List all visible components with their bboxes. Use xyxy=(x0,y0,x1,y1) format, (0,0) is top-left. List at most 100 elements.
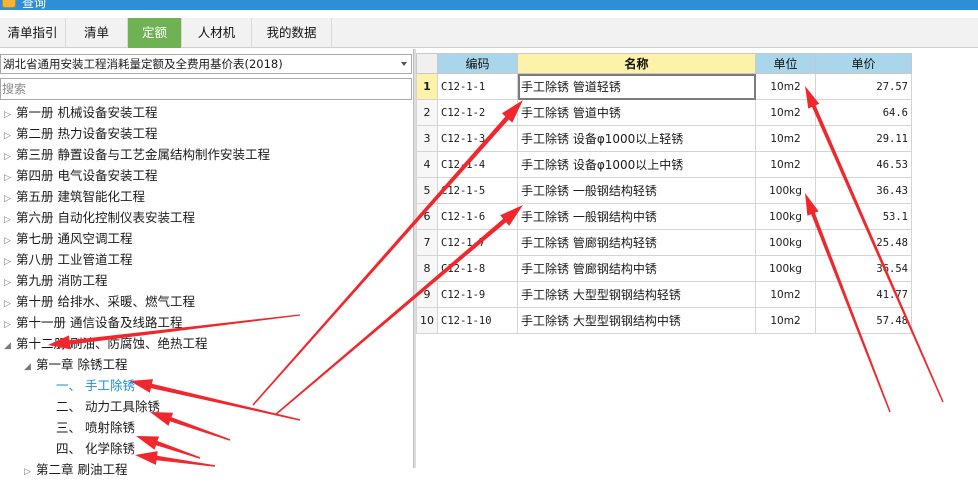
cell-unit[interactable]: 10m2 xyxy=(755,307,816,334)
cell-name[interactable]: 手工除锈 一般钢结构中锈 xyxy=(517,203,756,230)
cell-price[interactable]: 41.77 xyxy=(815,281,912,308)
cell-unit[interactable]: 10m2 xyxy=(755,99,816,126)
table-row[interactable]: 2 C12-1-2 手工除锈 管道中锈 10m2 64.6 xyxy=(416,99,912,126)
cell-name[interactable]: 手工除锈 管廊钢结构轻锈 xyxy=(517,229,756,256)
cell-unit[interactable]: 100kg xyxy=(755,255,816,282)
tree-item[interactable]: ▷ 第五册 建筑智能化工程 xyxy=(4,186,145,207)
table-row[interactable]: 4 C12-1-4 手工除锈 设备φ1000以上中锈 10m2 46.53 xyxy=(416,151,912,178)
tree-item[interactable]: ▷ 第十一册 通信设备及线路工程 xyxy=(4,312,182,333)
cell-price[interactable]: 27.57 xyxy=(815,73,912,100)
table-row[interactable]: 1 C12-1-1 手工除锈 管道轻锈 10m2 27.57 xyxy=(416,73,912,100)
cell-name[interactable]: 手工除锈 一般钢结构轻锈 xyxy=(517,177,756,204)
cell-unit[interactable]: 10m2 xyxy=(755,73,816,100)
quota-grid-panel: 编码 名称 单位 单价 1 C12-1-1 手工除锈 管道轻锈 10m2 27.57 2 C… xyxy=(416,49,978,468)
cell-price[interactable]: 57.48 xyxy=(815,307,912,334)
table-row[interactable]: 5 C12-1-5 手工除锈 一般钢结构轻锈 100kg 36.43 xyxy=(416,177,912,204)
cell-code[interactable]: C12-1-8 xyxy=(437,255,518,282)
tree-item[interactable]: ◢ 第一章 除锈工程 xyxy=(24,354,127,375)
cell-unit[interactable]: 100kg xyxy=(755,203,816,230)
cell-code[interactable]: C12-1-2 xyxy=(437,99,518,126)
tree-item-label: 第二册 热力设备安装工程 xyxy=(16,126,158,141)
cell-code[interactable]: C12-1-10 xyxy=(437,307,518,334)
tree-item[interactable]: 二、 动力工具除锈 xyxy=(44,396,160,417)
tree-item[interactable]: ▷ 第九册 消防工程 xyxy=(4,270,107,291)
row-number[interactable]: 1 xyxy=(416,73,438,100)
cell-price[interactable]: 25.48 xyxy=(815,229,912,256)
tree-item[interactable]: ▷ 第三册 静置设备与工艺金属结构制作安装工程 xyxy=(4,144,270,165)
tree-item-label: 第一章 除锈工程 xyxy=(36,357,128,372)
row-number[interactable]: 4 xyxy=(416,151,438,178)
cell-unit[interactable]: 10m2 xyxy=(755,125,816,152)
cell-price[interactable]: 36.54 xyxy=(815,255,912,282)
tree-item[interactable]: ▷ 第二册 热力设备安装工程 xyxy=(4,123,157,144)
row-number[interactable]: 10 xyxy=(416,307,438,334)
row-number[interactable]: 9 xyxy=(416,281,438,308)
row-number[interactable]: 3 xyxy=(416,125,438,152)
cell-name[interactable]: 手工除锈 大型型钢钢结构轻锈 xyxy=(517,281,756,308)
cell-price[interactable]: 46.53 xyxy=(815,151,912,178)
tree-item[interactable]: ▷ 第二章 刷油工程 xyxy=(24,459,127,480)
cell-name[interactable]: 手工除锈 管廊钢结构中锈 xyxy=(517,255,756,282)
cell-name[interactable]: 手工除锈 设备φ1000以上中锈 xyxy=(517,151,756,178)
cell-code[interactable]: C12-1-4 xyxy=(437,151,518,178)
cell-name[interactable]: 手工除锈 管道轻锈 xyxy=(517,73,756,100)
tree-item[interactable]: ◢ 第十二册 刷油、防腐蚀、绝热工程 xyxy=(4,333,207,354)
tree-item[interactable]: 四、 化学除锈 xyxy=(44,438,135,459)
collapsed-triangle-icon[interactable]: ▷ xyxy=(24,462,36,483)
chevron-down-icon[interactable] xyxy=(401,62,407,66)
table-row[interactable]: 6 C12-1-6 手工除锈 一般钢结构中锈 100kg 53.1 xyxy=(416,203,912,230)
tree-item[interactable]: ▷ 第十册 给排水、采暖、燃气工程 xyxy=(4,291,195,312)
tree-item[interactable]: ▷ 第六册 自动化控制仪表安装工程 xyxy=(4,207,195,228)
left-panel: 湖北省通用安装工程消耗量定额及全费用基价表(2018) 搜索 ▷ 第一册 机械设备… xyxy=(0,49,414,477)
cell-code[interactable]: C12-1-5 xyxy=(437,177,518,204)
cell-price[interactable]: 29.11 xyxy=(815,125,912,152)
cell-code[interactable]: C12-1-7 xyxy=(437,229,518,256)
cell-name[interactable]: 手工除锈 大型型钢钢结构中锈 xyxy=(517,307,756,334)
library-select[interactable]: 湖北省通用安装工程消耗量定额及全费用基价表(2018) xyxy=(0,54,412,74)
expanded-triangle-icon[interactable]: ◢ xyxy=(4,336,16,357)
cell-price[interactable]: 36.43 xyxy=(815,177,912,204)
cell-name[interactable]: 手工除锈 设备φ1000以上轻锈 xyxy=(517,125,756,152)
tree-item-label: 二、 动力工具除锈 xyxy=(56,399,160,414)
cell-unit[interactable]: 10m2 xyxy=(755,281,816,308)
column-header-price[interactable]: 单价 xyxy=(815,53,912,74)
tree-item[interactable]: ▷ 第一册 机械设备安装工程 xyxy=(4,102,157,123)
row-number[interactable]: 8 xyxy=(416,255,438,282)
cell-unit[interactable]: 100kg xyxy=(755,229,816,256)
table-row[interactable]: 10 C12-1-10 手工除锈 大型型钢钢结构中锈 10m2 57.48 xyxy=(416,307,912,334)
row-number[interactable]: 6 xyxy=(416,203,438,230)
tree-item[interactable]: ▷ 第七册 通风空调工程 xyxy=(4,228,132,249)
tab-labor-material-machine[interactable]: 人材机 xyxy=(182,18,252,48)
expanded-triangle-icon[interactable]: ◢ xyxy=(24,357,36,378)
tab-list-guide[interactable]: 清单指引 xyxy=(0,18,66,48)
corner-header xyxy=(416,53,438,74)
row-number[interactable]: 5 xyxy=(416,177,438,204)
column-header-unit[interactable]: 单位 xyxy=(755,53,816,74)
table-row[interactable]: 3 C12-1-3 手工除锈 设备φ1000以上轻锈 10m2 29.11 xyxy=(416,125,912,152)
row-number[interactable]: 2 xyxy=(416,99,438,126)
cell-price[interactable]: 64.6 xyxy=(815,99,912,126)
tree-item[interactable]: ▷ 第四册 电气设备安装工程 xyxy=(4,165,157,186)
tree-item[interactable]: 一、 手工除锈 xyxy=(44,375,135,396)
tab-my-data[interactable]: 我的数据 xyxy=(252,18,332,48)
column-header-code[interactable]: 编码 xyxy=(437,53,518,74)
search-input[interactable]: 搜索 xyxy=(0,78,412,100)
table-row[interactable]: 9 C12-1-9 手工除锈 大型型钢钢结构轻锈 10m2 41.77 xyxy=(416,281,912,308)
cell-name[interactable]: 手工除锈 管道中锈 xyxy=(517,99,756,126)
cell-code[interactable]: C12-1-9 xyxy=(437,281,518,308)
tree-item-label: 四、 化学除锈 xyxy=(56,441,135,456)
table-row[interactable]: 8 C12-1-8 手工除锈 管廊钢结构中锈 100kg 36.54 xyxy=(416,255,912,282)
cell-price[interactable]: 53.1 xyxy=(815,203,912,230)
cell-unit[interactable]: 100kg xyxy=(755,177,816,204)
cell-code[interactable]: C12-1-6 xyxy=(437,203,518,230)
column-header-name[interactable]: 名称 xyxy=(517,53,756,74)
row-number[interactable]: 7 xyxy=(416,229,438,256)
cell-code[interactable]: C12-1-3 xyxy=(437,125,518,152)
tree-item[interactable]: 三、 喷射除锈 xyxy=(44,417,135,438)
tab-bill[interactable]: 清单 xyxy=(66,18,128,48)
cell-code[interactable]: C12-1-1 xyxy=(437,73,518,100)
table-row[interactable]: 7 C12-1-7 手工除锈 管廊钢结构轻锈 100kg 25.48 xyxy=(416,229,912,256)
tab-quota[interactable]: 定额 xyxy=(128,18,182,48)
tree-item[interactable]: ▷ 第八册 工业管道工程 xyxy=(4,249,132,270)
cell-unit[interactable]: 10m2 xyxy=(755,151,816,178)
